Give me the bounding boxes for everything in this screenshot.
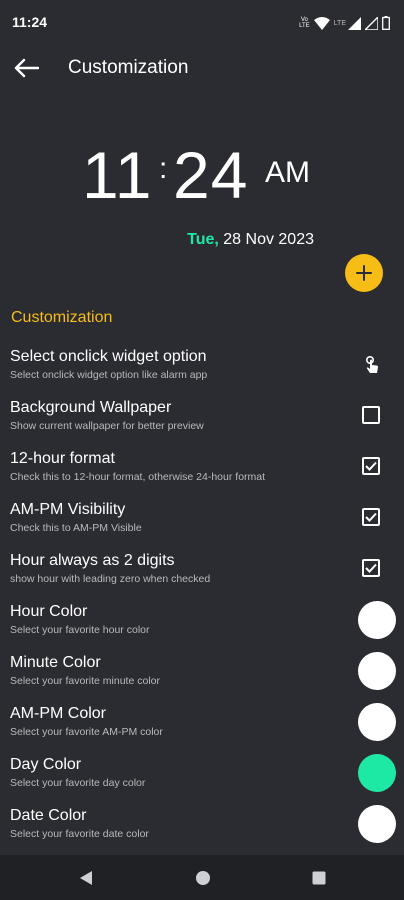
hour-two-digits-checkbox[interactable] (362, 559, 382, 579)
signal-icon-secondary (365, 16, 378, 30)
date-line: Tue, 28 Nov 2023 (187, 230, 314, 250)
check-icon (365, 461, 377, 471)
setting-background-wallpaper[interactable]: Background Wallpaper Show current wallpa… (0, 391, 404, 442)
back-button[interactable] (0, 46, 52, 90)
app-bar: Customization (0, 46, 404, 90)
setting-title: AM-PM Visibility (10, 501, 126, 518)
setting-onclick-widget[interactable]: Select onclick widget option Select oncl… (0, 340, 404, 391)
setting-title: 12-hour format (10, 450, 115, 467)
tap-icon (366, 355, 378, 373)
checkbox-checked (362, 508, 380, 526)
setting-am-pm-visibility[interactable]: AM-PM Visibility Check this to AM-PM Vis… (0, 493, 404, 544)
check-icon (365, 512, 377, 522)
onclick-option-control[interactable] (362, 355, 382, 375)
setting-title: Background Wallpaper (10, 399, 172, 416)
minute-color-swatch[interactable] (358, 652, 396, 690)
nav-home-button[interactable] (193, 868, 213, 888)
setting-hour-color[interactable]: Hour Color Select your favorite hour col… (0, 595, 404, 646)
setting-subtitle: Select your favorite hour color (10, 624, 150, 636)
setting-title: Hour always as 2 digits (10, 552, 175, 569)
am-pm-color-swatch[interactable] (358, 703, 396, 741)
volte-icon: Vo LTE (299, 17, 310, 29)
date-color-swatch[interactable] (358, 805, 396, 843)
setting-title: Minute Color (10, 654, 101, 671)
checkbox-checked (362, 559, 380, 577)
setting-title: Hour Color (10, 603, 88, 620)
nav-back-icon (80, 871, 92, 885)
page-title: Customization (68, 57, 189, 78)
setting-subtitle: Select your favorite date color (10, 828, 149, 840)
setting-day-color[interactable]: Day Color Select your favorite day color (0, 748, 404, 799)
setting-subtitle: Select your favorite minute color (10, 675, 160, 687)
arrow-left-icon (14, 58, 39, 78)
checkbox-unchecked (362, 406, 380, 424)
signal-icon (348, 16, 361, 30)
setting-title: Select onclick widget option (10, 348, 207, 365)
nav-home-icon (196, 871, 210, 885)
add-button[interactable] (345, 254, 383, 292)
wifi-icon (313, 16, 330, 30)
setting-subtitle: show hour with leading zero when checked (10, 573, 211, 585)
clock-day: Tue, (187, 231, 219, 248)
status-bar: 11:24 Vo LTE LTE (0, 0, 404, 46)
setting-minute-color[interactable]: Minute Color Select your favorite minute… (0, 646, 404, 697)
clock-ampm: AM (265, 156, 310, 189)
day-color-swatch[interactable] (358, 754, 396, 792)
battery-icon (382, 16, 390, 30)
status-time: 11:24 (12, 14, 48, 30)
setting-date-color[interactable]: Date Color Select your favorite date col… (0, 799, 404, 850)
setting-12-hour-format[interactable]: 12-hour format Check this to 12-hour for… (0, 442, 404, 493)
setting-subtitle: Select onclick widget option like alarm … (10, 369, 208, 381)
setting-subtitle: Select your favorite day color (10, 777, 146, 789)
setting-title: Day Color (10, 756, 82, 773)
checkbox-checked (362, 457, 380, 475)
settings-list: Select onclick widget option Select oncl… (0, 340, 404, 850)
section-title: Customization (11, 309, 113, 326)
setting-title: AM-PM Color (10, 705, 107, 722)
clock-hour: 11 (82, 138, 153, 212)
check-icon (365, 563, 377, 573)
clock-colon: : (159, 152, 168, 185)
setting-subtitle: Select your favorite AM-PM color (10, 726, 163, 738)
lte-label: LTE (333, 20, 346, 27)
customization-screen: 11:24 Vo LTE LTE Customization 11: 24 A… (0, 0, 404, 900)
setting-subtitle: Check this to 12-hour format, otherwise … (10, 471, 266, 483)
setting-hour-two-digits[interactable]: Hour always as 2 digits show hour with l… (0, 544, 404, 595)
nav-recents-icon (312, 871, 326, 885)
setting-subtitle: Check this to AM-PM Visible (10, 522, 142, 534)
clock-date: 28 Nov 2023 (223, 231, 314, 248)
clock-preview: 11 : 24 AM (0, 135, 404, 215)
system-nav-bar (0, 855, 404, 900)
clock-minute: 24 (173, 138, 249, 212)
setting-title: Date Color (10, 807, 87, 824)
hour-color-swatch[interactable] (358, 601, 396, 639)
background-wallpaper-checkbox[interactable] (362, 406, 382, 426)
setting-am-pm-color[interactable]: AM-PM Color Select your favorite AM-PM c… (0, 697, 404, 748)
am-pm-visibility-checkbox[interactable] (362, 508, 382, 528)
plus-icon (356, 265, 372, 281)
setting-subtitle: Show current wallpaper for better previe… (10, 420, 204, 432)
nav-back-button[interactable] (76, 868, 96, 888)
status-icons: Vo LTE LTE (299, 16, 390, 30)
12-hour-format-checkbox[interactable] (362, 457, 382, 477)
nav-recents-button[interactable] (309, 868, 329, 888)
